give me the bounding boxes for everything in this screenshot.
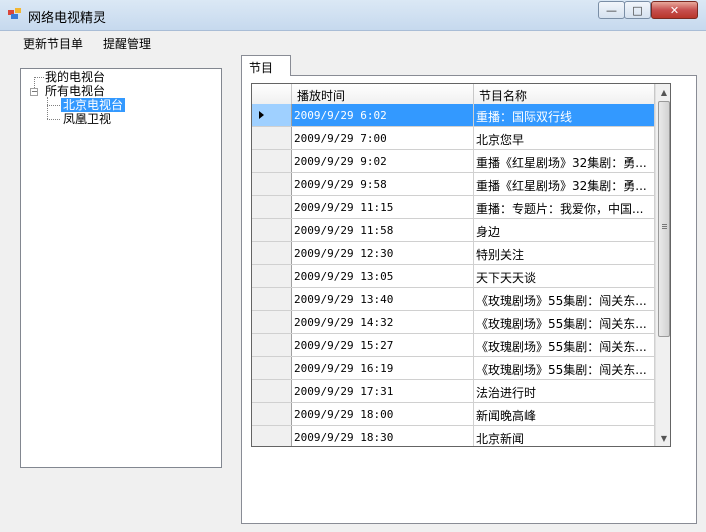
program-grid[interactable]: 播放时间 节目名称 2009/9/29 6:02 重播：国际双行线 2009/9/2… — [251, 83, 671, 447]
tree-node-beijing-tv[interactable]: 北京电视台 — [61, 98, 126, 112]
menu-bar: 更新节目单 提醒管理 — [0, 31, 706, 55]
column-header-name[interactable]: 节目名称 — [474, 84, 655, 104]
cell-program-name[interactable]: 《玫瑰剧场》55集剧：闯关东... — [474, 357, 655, 379]
table-row[interactable]: 2009/9/29 13:40 《玫瑰剧场》55集剧：闯关东... — [252, 288, 655, 311]
row-header[interactable] — [252, 380, 292, 402]
cell-play-time[interactable]: 2009/9/29 13:40 — [292, 288, 474, 310]
cell-play-time[interactable]: 2009/9/29 12:30 — [292, 242, 474, 264]
cell-program-name[interactable]: 北京您早 — [474, 127, 655, 149]
table-row[interactable]: 2009/9/29 12:30 特别关注 — [252, 242, 655, 265]
row-header[interactable] — [252, 403, 292, 425]
cell-play-time[interactable]: 2009/9/29 17:31 — [292, 380, 474, 402]
vertical-scrollbar[interactable]: ▲ ▼ — [655, 84, 670, 446]
close-button[interactable]: ✕ — [651, 1, 698, 19]
table-row[interactable]: 2009/9/29 18:00 新闻晚高峰 — [252, 403, 655, 426]
collapse-icon[interactable]: − — [30, 88, 38, 96]
table-row[interactable]: 2009/9/29 11:15 重播：专题片：我爱你，中国... — [252, 196, 655, 219]
table-row[interactable]: 2009/9/29 6:02 重播：国际双行线 — [252, 104, 655, 127]
thumb-grip — [662, 228, 667, 229]
row-header[interactable] — [252, 334, 292, 356]
cell-play-time[interactable]: 2009/9/29 13:05 — [292, 265, 474, 287]
menu-reminder-manage[interactable]: 提醒管理 — [103, 35, 151, 52]
row-header[interactable] — [252, 219, 292, 241]
cell-program-name[interactable]: 重播：国际双行线 — [474, 104, 655, 126]
minimize-icon: — — [606, 3, 617, 17]
column-header-time[interactable]: 播放时间 — [292, 84, 474, 104]
cell-program-name[interactable]: 天下天天谈 — [474, 265, 655, 287]
row-header[interactable] — [252, 196, 292, 218]
title-bar[interactable]: 网络电视精灵 — □ ✕ — [0, 0, 706, 31]
tree-line — [34, 77, 44, 78]
grid-header: 播放时间 节目名称 — [252, 84, 655, 105]
minimize-button[interactable]: — — [598, 1, 625, 19]
cell-play-time[interactable]: 2009/9/29 9:02 — [292, 150, 474, 172]
app-icon — [8, 8, 21, 19]
row-header[interactable] — [252, 288, 292, 310]
table-row[interactable]: 2009/9/29 9:02 重播《红星剧场》32集剧：勇... — [252, 150, 655, 173]
maximize-icon: □ — [632, 3, 643, 17]
maximize-button[interactable]: □ — [624, 1, 651, 19]
row-header[interactable] — [252, 357, 292, 379]
table-row[interactable]: 2009/9/29 15:27 《玫瑰剧场》55集剧：闯关东... — [252, 334, 655, 357]
table-row[interactable]: 2009/9/29 11:58 身边 — [252, 219, 655, 242]
table-row[interactable]: 2009/9/29 16:19 《玫瑰剧场》55集剧：闯关东... — [252, 357, 655, 380]
row-header[interactable] — [252, 265, 292, 287]
close-icon: ✕ — [669, 3, 680, 17]
cell-play-time[interactable]: 2009/9/29 7:00 — [292, 127, 474, 149]
cell-play-time[interactable]: 2009/9/29 18:00 — [292, 403, 474, 425]
table-row[interactable]: 2009/9/29 18:30 北京新闻 — [252, 426, 655, 446]
tree-line — [47, 105, 60, 106]
row-header-corner — [252, 84, 292, 104]
row-header[interactable] — [252, 426, 292, 446]
table-row[interactable]: 2009/9/29 14:32 《玫瑰剧场》55集剧：闯关东... — [252, 311, 655, 334]
scroll-up-icon[interactable]: ▲ — [656, 84, 670, 100]
cell-play-time[interactable]: 2009/9/29 9:58 — [292, 173, 474, 195]
row-header[interactable] — [252, 104, 292, 126]
row-header[interactable] — [252, 311, 292, 333]
cell-play-time[interactable]: 2009/9/29 16:19 — [292, 357, 474, 379]
cell-program-name[interactable]: 《玫瑰剧场》55集剧：闯关东... — [474, 311, 655, 333]
cell-program-name[interactable]: 北京新闻 — [474, 426, 655, 446]
cell-program-name[interactable]: 身边 — [474, 219, 655, 241]
cell-play-time[interactable]: 2009/9/29 15:27 — [292, 334, 474, 356]
cell-program-name[interactable]: 《玫瑰剧场》55集剧：闯关东... — [474, 334, 655, 356]
tree-node-all-tv[interactable]: 所有电视台 — [45, 84, 105, 98]
table-row[interactable]: 2009/9/29 7:00 北京您早 — [252, 127, 655, 150]
cell-program-name[interactable]: 《玫瑰剧场》55集剧：闯关东... — [474, 288, 655, 310]
cell-play-time[interactable]: 2009/9/29 11:58 — [292, 219, 474, 241]
scroll-down-icon[interactable]: ▼ — [656, 430, 670, 446]
thumb-grip — [662, 224, 667, 225]
cell-program-name[interactable]: 法治进行时 — [474, 380, 655, 402]
menu-update-schedule[interactable]: 更新节目单 — [23, 35, 83, 52]
window-title: 网络电视精灵 — [28, 11, 107, 26]
main-window: 网络电视精灵 — □ ✕ 更新节目单 提醒管理 − 我的电视台 所有电视台 北京… — [0, 0, 706, 532]
table-row[interactable]: 2009/9/29 9:58 重播《红星剧场》32集剧：勇... — [252, 173, 655, 196]
cell-program-name[interactable]: 重播《红星剧场》32集剧：勇... — [474, 173, 655, 195]
current-row-pointer-icon — [259, 111, 264, 119]
cell-program-name[interactable]: 特别关注 — [474, 242, 655, 264]
row-header[interactable] — [252, 173, 292, 195]
row-header[interactable] — [252, 127, 292, 149]
thumb-grip — [662, 226, 667, 227]
scroll-thumb[interactable] — [658, 101, 670, 337]
tree-line — [47, 119, 60, 120]
cell-program-name[interactable]: 重播《红星剧场》32集剧：勇... — [474, 150, 655, 172]
channel-tree[interactable]: − 我的电视台 所有电视台 北京电视台 凤凰卫视 — [20, 68, 222, 468]
tree-node-my-tv[interactable]: 我的电视台 — [45, 70, 105, 84]
cell-program-name[interactable]: 新闻晚高峰 — [474, 403, 655, 425]
tree-node-phoenix-tv[interactable]: 凤凰卫视 — [63, 112, 111, 126]
cell-program-name[interactable]: 重播：专题片：我爱你，中国... — [474, 196, 655, 218]
cell-play-time[interactable]: 2009/9/29 14:32 — [292, 311, 474, 333]
tree-line — [47, 97, 48, 119]
table-row[interactable]: 2009/9/29 13:05 天下天天谈 — [252, 265, 655, 288]
cell-play-time[interactable]: 2009/9/29 18:30 — [292, 426, 474, 446]
cell-play-time[interactable]: 2009/9/29 11:15 — [292, 196, 474, 218]
row-header[interactable] — [252, 242, 292, 264]
cell-play-time[interactable]: 2009/9/29 6:02 — [292, 104, 474, 126]
row-header[interactable] — [252, 150, 292, 172]
tab-programs[interactable]: 节目 — [241, 55, 291, 76]
table-row[interactable]: 2009/9/29 17:31 法治进行时 — [252, 380, 655, 403]
